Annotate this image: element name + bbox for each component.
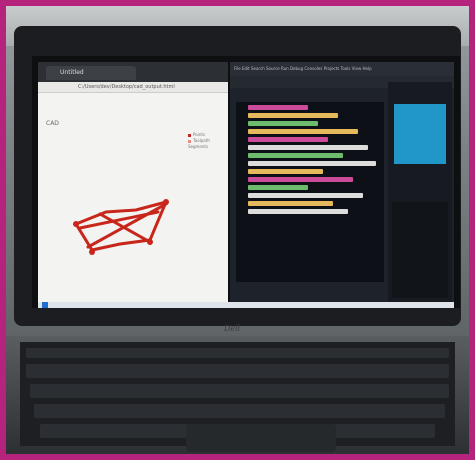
help-panel	[394, 104, 446, 164]
laptop-screen: Untitled C:/Users/dev/Desktop/cad_output…	[32, 56, 460, 308]
code-editor[interactable]	[236, 102, 384, 282]
code-line	[248, 137, 328, 142]
cad-plot	[73, 199, 169, 255]
windows-taskbar[interactable]	[38, 302, 454, 308]
ide-window: File Edit Search Source Run Debug Consol…	[230, 62, 454, 302]
code-line	[248, 121, 318, 126]
cad-point	[89, 249, 95, 255]
windows-start-icon[interactable]	[42, 302, 48, 308]
code-line	[248, 145, 368, 150]
laptop-lid: Untitled C:/Users/dev/Desktop/cad_output…	[14, 26, 461, 333]
ipython-console[interactable]	[392, 202, 448, 298]
ide-side-pane	[388, 82, 452, 302]
cad-point	[73, 221, 79, 227]
code-line	[248, 201, 333, 206]
code-line	[248, 113, 338, 118]
cad-point	[163, 199, 169, 205]
photo-frame: Untitled C:/Users/dev/Desktop/cad_output…	[0, 0, 475, 460]
browser-window: Untitled C:/Users/dev/Desktop/cad_output…	[38, 62, 228, 302]
code-line	[248, 169, 323, 174]
code-line	[248, 177, 353, 182]
ide-menu-bar[interactable]: File Edit Search Source Run Debug Consol…	[230, 62, 454, 76]
code-line	[248, 185, 308, 190]
code-line	[248, 209, 348, 214]
code-line	[248, 161, 376, 166]
keyboard-key-row	[34, 404, 445, 418]
laptop-brand-logo: Dell	[224, 324, 241, 333]
code-line	[248, 105, 308, 110]
touchpad	[186, 424, 336, 452]
code-line	[248, 193, 363, 198]
code-line	[248, 153, 343, 158]
code-line	[248, 129, 358, 134]
laptop-photo: Untitled C:/Users/dev/Desktop/cad_output…	[6, 6, 469, 454]
keyboard-key-row	[30, 384, 449, 398]
keyboard-key-row	[26, 364, 449, 378]
cad-point	[147, 239, 153, 245]
keyboard-key-row	[26, 348, 449, 358]
